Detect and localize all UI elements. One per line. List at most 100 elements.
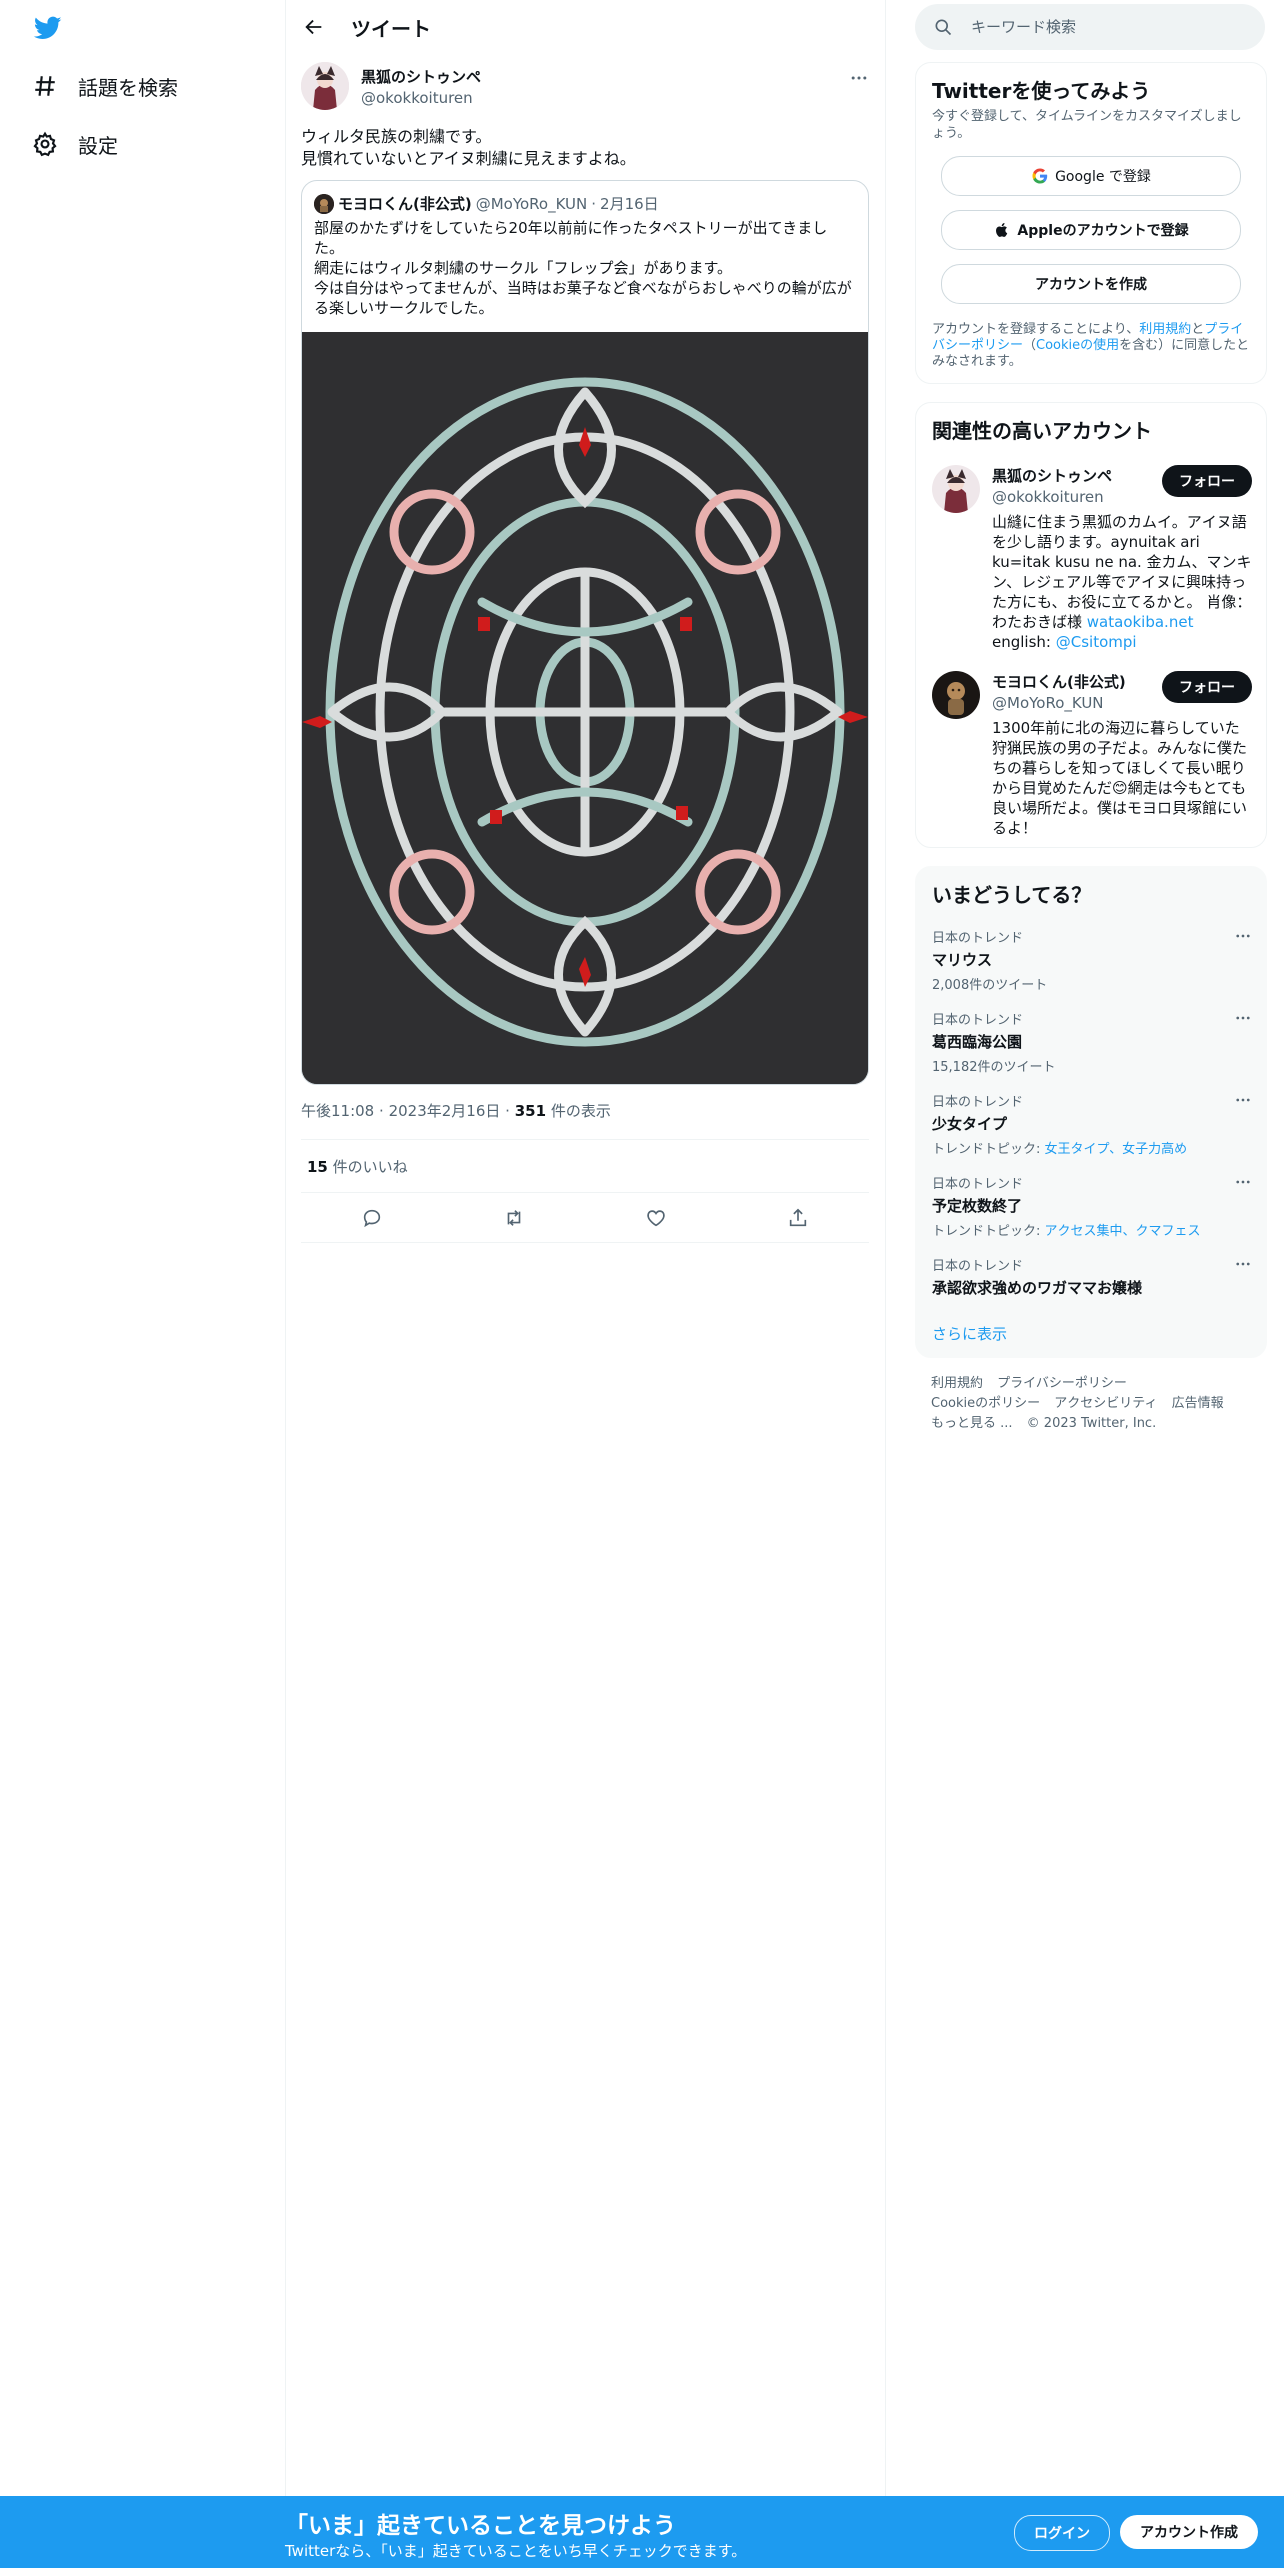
embroidery-tapestry-photo[interactable] [302, 332, 868, 1084]
account-bio: 山縫に住まう黒狐のカムイ。アイヌ語を少し語ります。aynuitak ari ku… [992, 512, 1252, 652]
signup-title: Twitterを使ってみよう [932, 79, 1151, 103]
search-icon [935, 19, 952, 36]
nav-explore-label: 話題を検索 [78, 75, 178, 100]
reply-icon[interactable] [361, 1207, 383, 1229]
more-options-icon[interactable] [849, 68, 869, 88]
terms-link[interactable]: 利用規約 [1139, 322, 1191, 337]
bio-link[interactable]: wataokiba.net [1087, 613, 1194, 631]
footer-terms-link[interactable]: 利用規約 [931, 1376, 983, 1391]
create-account-button[interactable]: アカウントを作成 [941, 264, 1241, 304]
legal-prefix: アカウントを登録することにより、 [932, 322, 1140, 337]
tweet-actions [301, 1194, 869, 1242]
author-avatar[interactable] [301, 62, 349, 110]
retweet-icon[interactable] [503, 1207, 525, 1229]
footer-ads-link[interactable]: 広告情報 [1172, 1396, 1224, 1411]
footer-copyright: © 2023 Twitter, Inc. [1026, 1416, 1157, 1431]
tweet-date[interactable]: 2023年2月16日 [389, 1102, 501, 1120]
trend-item[interactable]: 日本のトレンド 予定枚数終了 トレンドトピック: アクセス集中、クマフェス [932, 1173, 1252, 1239]
signup-legal-text: アカウントを登録することにより、利用規約とプライバシーポリシー（Cookieの使… [916, 322, 1266, 386]
bottom-signup-bar: 「いま」起きていることを見つけよう Twitterなら、「いま」起きていることを… [0, 2496, 1284, 2568]
page-title: ツイート [351, 16, 431, 41]
trend-category: 日本のトレンド [932, 1177, 1024, 1192]
footer-accessibility-link[interactable]: アクセシビリティ [1054, 1396, 1157, 1411]
trends-title: いまどうしてる？ [932, 883, 1092, 907]
quote-text: 部屋のかたずけをしていたら20年以前前に作ったタペストリーが出てきました。 網走… [314, 219, 852, 317]
main-column: ツイート 黒狐のシトゥンペ @okokkoituren ウィルタ民族の刺繍です。… [285, 0, 886, 2568]
account-avatar[interactable] [932, 671, 980, 719]
more-options-icon[interactable] [1234, 927, 1252, 945]
search-box[interactable] [915, 4, 1265, 50]
create-account-label: アカウントを作成 [1035, 277, 1147, 293]
bio-text-mid: english: [992, 633, 1056, 651]
account-avatar[interactable] [932, 465, 980, 513]
more-options-icon[interactable] [1234, 1173, 1252, 1191]
relevant-accounts-card: 関連性の高いアカウント 黒狐のシトゥンペ @okokkoituren 山縫に住ま… [915, 402, 1267, 848]
trend-name: 少女タイプ [932, 1115, 1008, 1133]
signup-subtitle: 今すぐ登録して、タイムラインをカスタマイズしましょう。 [932, 109, 1242, 141]
bio-mention-link[interactable]: @Csitompi [1056, 633, 1137, 651]
trend-item[interactable]: 日本のトレンド 葛西臨海公園 15,182件のツイート [932, 1009, 1252, 1075]
signup-card: Twitterを使ってみよう 今すぐ登録して、タイムラインをカスタマイズしましょ… [915, 62, 1267, 384]
main-header: ツイート [285, 0, 885, 54]
trend-topic-prefix: トレンドトピック: [932, 1142, 1045, 1157]
divider [301, 1139, 869, 1140]
like-heart-icon[interactable] [645, 1207, 667, 1229]
trend-item[interactable]: 日本のトレンド 承認欲求強めのワガママお嬢様 [932, 1255, 1252, 1298]
account-item[interactable]: モヨロくん(非公式) @MoYoRo_KUN 1300年前に北の海辺に暮らしてい… [932, 671, 1252, 841]
follow-button[interactable]: フォロー [1162, 671, 1252, 703]
google-signup-label: Google で登録 [1055, 169, 1151, 185]
cookie-link[interactable]: Cookieの使用 [1036, 338, 1119, 353]
trend-name: 葛西臨海公園 [932, 1033, 1023, 1051]
trend-topic: トレンドトピック: アクセス集中、クマフェス [932, 1220, 1252, 1239]
footer-more-link[interactable]: もっと見る ... [931, 1416, 1013, 1431]
trend-topic-links[interactable]: アクセス集中、クマフェス [1045, 1224, 1201, 1239]
bottom-bar-subtitle: Twitterなら、「いま」起きていることをいち早くチェックできます。 [285, 2542, 747, 2560]
trend-item[interactable]: 日本のトレンド マリウス 2,008件のツイート [932, 927, 1252, 993]
footer-links: 利用規約 プライバシーポリシー Cookieのポリシー アクセシビリティ 広告情… [931, 1374, 1261, 1434]
google-signup-button[interactable]: Google で登録 [941, 156, 1241, 196]
bottom-bar-title: 「いま」起きていることを見つけよう [285, 2513, 676, 2539]
legal-and: と [1191, 322, 1205, 337]
left-sidebar: 話題を検索 設定 [0, 0, 286, 2568]
quoted-tweet[interactable]: モヨロくん(非公式) @MoYoRo_KUN · 2月16日 部屋のかたずけをし… [301, 180, 869, 1085]
show-more-link[interactable]: さらに表示 [932, 1323, 1007, 1344]
apple-icon [996, 223, 1008, 237]
likes-count: 15 [307, 1158, 328, 1176]
trend-name: 予定枚数終了 [932, 1197, 1023, 1215]
back-arrow-icon[interactable] [303, 16, 325, 38]
views-label: 件の表示 [546, 1102, 611, 1120]
trend-category: 日本のトレンド [932, 931, 1024, 946]
views-count: 351 [514, 1102, 547, 1120]
footer-cookie-link[interactable]: Cookieのポリシー [931, 1396, 1040, 1411]
author-name[interactable]: 黒狐のシトゥンペ [361, 66, 481, 87]
tweet-time[interactable]: 午後11:08 [301, 1102, 374, 1120]
tweet-text: ウィルタ民族の刺繍です。 見慣れていないとアイヌ刺繍に見えますよね。 [301, 127, 636, 168]
nav-explore[interactable]: 話題を検索 [32, 66, 178, 106]
share-icon[interactable] [787, 1207, 809, 1229]
trends-card: いまどうしてる？ 日本のトレンド マリウス 2,008件のツイート 日本のトレン… [915, 866, 1267, 1358]
apple-signup-button[interactable]: Appleのアカウントで登録 [941, 210, 1241, 250]
hashtag-icon [35, 76, 55, 96]
trend-topic: トレンドトピック: 女王タイプ、女子力高め [932, 1138, 1252, 1157]
trend-category: 日本のトレンド [932, 1095, 1024, 1110]
quote-author-name: モヨロくん(非公式) [338, 195, 472, 213]
login-button[interactable]: ログイン [1014, 2515, 1110, 2551]
follow-button[interactable]: フォロー [1162, 465, 1252, 497]
gear-icon [33, 131, 57, 157]
right-sidebar: Twitterを使ってみよう 今すぐ登録して、タイムラインをカスタマイズしましょ… [885, 0, 1284, 2568]
more-options-icon[interactable] [1234, 1009, 1252, 1027]
trend-topic-links[interactable]: 女王タイプ、女子力高め [1045, 1142, 1188, 1157]
footer-privacy-link[interactable]: プライバシーポリシー [997, 1376, 1127, 1391]
search-input[interactable] [969, 17, 1253, 37]
likes-stat[interactable]: 15 件のいいね [307, 1156, 408, 1177]
account-item[interactable]: 黒狐のシトゥンペ @okokkoituren 山縫に住まう黒狐のカムイ。アイヌ語… [932, 465, 1252, 655]
trend-item[interactable]: 日本のトレンド 少女タイプ トレンドトピック: 女王タイプ、女子力高め [932, 1091, 1252, 1157]
twitter-logo-icon[interactable] [32, 14, 64, 42]
quote-avatar [314, 193, 334, 214]
more-options-icon[interactable] [1234, 1255, 1252, 1273]
author-handle[interactable]: @okokkoituren [361, 89, 481, 107]
signup-button[interactable]: アカウント作成 [1120, 2515, 1258, 2549]
more-options-icon[interactable] [1234, 1091, 1252, 1109]
nav-settings[interactable]: 設定 [32, 124, 118, 164]
trend-count: 2,008件のツイート [932, 978, 1048, 993]
